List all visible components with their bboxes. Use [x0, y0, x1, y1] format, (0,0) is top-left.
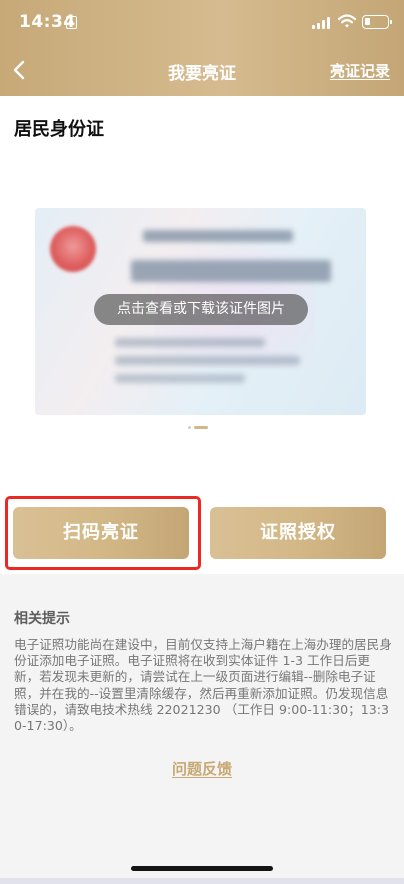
pager-dot-active [194, 426, 208, 429]
wifi-icon [338, 14, 356, 28]
note-icon [66, 16, 77, 29]
blurred-text-line [115, 338, 265, 347]
record-link[interactable]: 亮证记录 [330, 60, 390, 81]
battery-icon [362, 15, 392, 29]
home-indicator[interactable] [131, 866, 273, 871]
nav-bar: 我要亮证 亮证记录 [0, 44, 404, 96]
bottom-strip [0, 878, 404, 884]
blurred-text-line [115, 356, 300, 365]
national-emblem [50, 226, 96, 272]
feedback-link[interactable]: 问题反馈 [0, 758, 404, 779]
signal-icon [312, 17, 332, 29]
tips-body: 电子证照功能尚在建设中，目前仅支持上海户籍在上海办理的居民身份证添加电子证照。电… [14, 637, 392, 734]
card-title: 居民身份证 [14, 119, 104, 140]
id-card-image[interactable]: 点击查看或下载该证件图片 [35, 208, 366, 415]
pager-dot [188, 426, 191, 429]
blurred-text-line [131, 260, 331, 282]
view-download-hint[interactable]: 点击查看或下载该证件图片 [94, 294, 308, 325]
blurred-text-line [143, 230, 293, 242]
id-card-panel: 居民身份证 点击查看或下载该证件图片 扫码亮证 证照授权 [0, 96, 404, 574]
blurred-text-line [115, 374, 245, 383]
status-bar: 14:34 [0, 0, 404, 44]
license-auth-button[interactable]: 证照授权 [210, 507, 386, 559]
tips-title: 相关提示 [14, 611, 70, 627]
scan-show-button[interactable]: 扫码亮证 [13, 507, 189, 559]
